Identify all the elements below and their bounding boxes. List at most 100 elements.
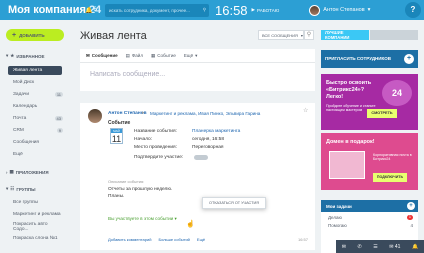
hand-cursor-icon: ☝: [186, 221, 195, 228]
top-companies-button[interactable]: ЛУЧШИЕ КОМПАНИИ: [321, 30, 369, 40]
invite-label: ПРИГЛАСИТЬ СОТРУДНИКОВ: [325, 56, 392, 61]
avatar[interactable]: [88, 109, 102, 123]
sidebar-item-label: Сообщения: [13, 140, 40, 145]
add-button-label: ДОБАВИТЬ: [19, 32, 45, 38]
event-location: Переговорная: [192, 145, 224, 150]
add-comment-link[interactable]: Добавить комментарий: [108, 237, 151, 242]
sidebar-item-label: CRM: [13, 128, 24, 133]
company-logo[interactable]: Моя компания 24: [0, 4, 101, 16]
watch-button[interactable]: СМОТРЕТЬ: [367, 109, 397, 118]
more-events-link[interactable]: Больше событий: [158, 237, 189, 242]
favorites-section[interactable]: ▾ ★ ИЗБРАННОЕ: [6, 53, 44, 59]
invite-employees-card[interactable]: ПРИГЛАСИТЬ СОТРУДНИКОВ +: [321, 50, 418, 68]
sidebar-group-all[interactable]: Все группы: [6, 198, 66, 207]
top-bar: Моя компания 24 🔔 6 искать сотрудника, д…: [0, 0, 424, 20]
sidebar-item-feed[interactable]: Живая лента: [8, 66, 62, 75]
field-label: Название события:: [134, 129, 177, 134]
sidebar-item-crm[interactable]: CRM 9: [6, 126, 66, 135]
apps-section[interactable]: › ▦ ПРИЛОЖЕНИЯ: [6, 169, 49, 175]
tab-file[interactable]: ▤ Файл: [126, 53, 143, 59]
calendar-day: 11: [111, 134, 122, 144]
search-input[interactable]: искать сотрудника, документ, прочее... ⚲: [105, 3, 209, 17]
promo-card: Быстро освоить «Битрикс24»? Легко! Пройд…: [321, 74, 418, 130]
list-icon[interactable]: ☰: [373, 244, 377, 250]
plus-icon: +: [404, 54, 414, 64]
apps-icon: ▦: [9, 169, 14, 174]
count-badge: 9: [56, 128, 63, 133]
more-link[interactable]: Ещё: [197, 237, 205, 242]
participation-status[interactable]: Вы участвуете в этом событии ▾: [108, 216, 177, 222]
sidebar-item-mail[interactable]: Почта 43: [6, 114, 66, 123]
worktime-status[interactable]: ▶ РАБОТАЮ: [252, 7, 280, 13]
tab-event[interactable]: ▦ Событие: [151, 53, 176, 59]
filter-search-button[interactable]: ⚲: [304, 30, 314, 40]
sidebar-group-paint-car[interactable]: Покрасить авто Содо...: [6, 221, 66, 232]
event-name-link[interactable]: Планерка маркетинга: [192, 129, 240, 134]
participation-status-label: Вы участвуете в этом событии: [108, 216, 174, 221]
task-label: Делаю: [328, 215, 342, 220]
tasks-title: Мои задачи: [326, 203, 352, 209]
task-row-helping[interactable]: Помогаю 4: [321, 220, 418, 228]
star-icon[interactable]: ☆: [303, 107, 308, 114]
description-label: Описание события:: [108, 179, 145, 184]
tab-message[interactable]: ✉ Сообщение: [86, 53, 118, 59]
groups-icon: ☷: [10, 186, 15, 191]
task-row-doing[interactable]: Делаю 1: [321, 212, 418, 220]
star-icon: ★: [10, 53, 15, 58]
field-label: Начало:: [134, 137, 153, 142]
post-recipients[interactable]: Маркетинг и реклама, Ивая Пинко, Эльвира…: [150, 111, 260, 116]
chevron-down-icon: ▾: [6, 53, 9, 58]
play-icon: ▶: [251, 7, 256, 12]
sidebar-item-label: Покрасить авто Содо...: [13, 221, 48, 232]
post-time: 16:57: [297, 237, 308, 242]
calendar-icon: МАЙ 11: [110, 128, 123, 144]
field-label: Подтвердите участие:: [134, 155, 184, 160]
help-button[interactable]: ?: [405, 2, 421, 18]
sidebar-item-label: Живая лента: [13, 68, 43, 73]
avatar: [309, 4, 321, 16]
sidebar-group-marketing[interactable]: Маркетинг и реклама: [6, 210, 66, 219]
post-author[interactable]: Антон Степанов: [108, 111, 147, 116]
task-count: 1: [406, 215, 413, 220]
plus-icon[interactable]: +: [407, 202, 415, 210]
count-badge: 43: [54, 116, 63, 121]
sidebar-item-label: Ещё: [13, 152, 23, 157]
connect-button[interactable]: ПОДКЛЮЧИТЬ: [373, 173, 407, 182]
sidebar-group-paint-elephant[interactable]: Покраска слона №1: [6, 234, 66, 243]
post-footer: Добавить комментарий Больше событий Ещё …: [108, 237, 308, 242]
section-title: ГРУППЫ: [16, 186, 36, 192]
post-composer: ✉ Сообщение ▤ Файл ▦ Событие Ещё ▾ Напис…: [80, 49, 315, 91]
notifications-button[interactable]: 🔔 6: [85, 7, 105, 14]
composer-input[interactable]: Написать сообщение...: [80, 63, 315, 78]
sidebar-item-messages[interactable]: Сообщения: [6, 138, 66, 147]
groups-section[interactable]: ▾ ☷ ГРУППЫ: [6, 186, 35, 192]
tab-more[interactable]: Ещё ▾: [184, 53, 197, 59]
tab-label: Сообщение: [91, 53, 118, 58]
sidebar-item-calendar[interactable]: Календарь: [6, 102, 66, 111]
count-badge: 11: [54, 92, 63, 97]
feed-filter-select[interactable]: ВСЕ СООБЩЕНИЯ ▾: [258, 30, 304, 40]
chat-icon[interactable]: ✉: [342, 244, 346, 250]
right-tab-button[interactable]: [370, 30, 418, 40]
counter-badge[interactable]: ✉ 41: [389, 244, 400, 250]
event-start: сегодня, 16:58: [192, 137, 224, 142]
description-line: Планы.: [108, 194, 125, 199]
sidebar-item-more[interactable]: Ещё: [6, 150, 66, 159]
decline-participation-button[interactable]: ОТКАЗАТЬСЯ ОТ УЧАСТИЯ: [202, 197, 266, 209]
clock[interactable]: 16:58: [215, 3, 248, 18]
section-title: ИЗБРАННОЕ: [16, 53, 45, 59]
notification-count: 6: [93, 7, 97, 13]
task-count: 4: [410, 223, 413, 228]
sidebar-item-tasks[interactable]: Задачи 11: [6, 90, 66, 99]
add-button[interactable]: + ДОБАВИТЬ: [6, 29, 64, 41]
sidebar-item-disk[interactable]: Мой Диск: [6, 78, 66, 87]
domain-card: Домен в подарок! Корпоративная почта в Б…: [321, 133, 418, 190]
user-menu[interactable]: Антон Степанов ▾: [309, 4, 371, 16]
participation-toggle[interactable]: [194, 155, 208, 160]
tasks-header[interactable]: Мои задачи +: [321, 200, 418, 212]
sidebar-item-label: Все группы: [13, 200, 39, 205]
phone-icon[interactable]: ✆: [358, 244, 362, 250]
sidebar-item-label: Мой Диск: [13, 80, 35, 85]
notifications-icon[interactable]: 🔔: [412, 244, 418, 250]
chevron-down-icon: ▾: [367, 7, 371, 13]
